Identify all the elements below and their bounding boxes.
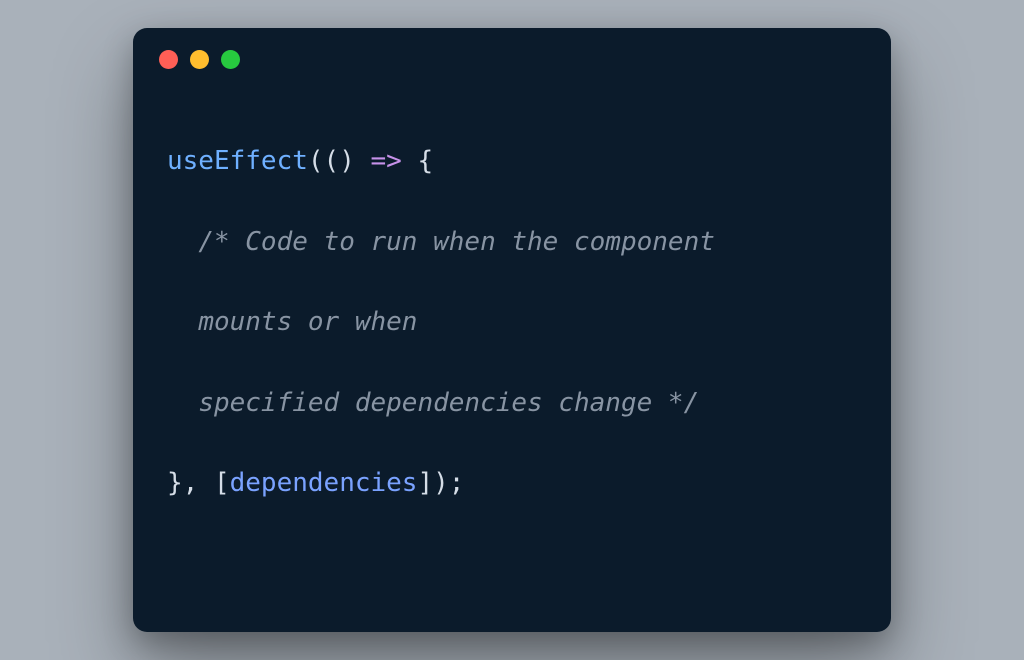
window-titlebar (133, 28, 891, 79)
code-line-1: useEffect(() => { (167, 141, 857, 181)
token-open-paren: ( (308, 146, 324, 176)
code-window: useEffect(() => { /* Code to run when th… (133, 28, 891, 633)
token-comment: specified dependencies change */ (198, 388, 699, 418)
token-close-bracket: ] (417, 468, 433, 498)
token-arrow: => (355, 146, 418, 176)
code-line-2: /* Code to run when the component (167, 222, 857, 262)
token-identifier: dependencies (230, 468, 418, 498)
token-comment: /* Code to run when the component (198, 227, 715, 257)
token-function: useEffect (167, 146, 308, 176)
code-line-3: mounts or when (167, 302, 857, 342)
code-block: useEffect(() => { /* Code to run when th… (133, 79, 891, 585)
token-open-bracket: [ (214, 468, 230, 498)
token-arrow-args: () (324, 146, 355, 176)
token-close-brace: } (167, 468, 183, 498)
token-open-brace: { (417, 146, 433, 176)
code-line-5: }, [dependencies]); (167, 463, 857, 503)
token-comma: , (183, 468, 214, 498)
zoom-icon[interactable] (221, 50, 240, 69)
close-icon[interactable] (159, 50, 178, 69)
token-close-paren-semi: ); (433, 468, 464, 498)
minimize-icon[interactable] (190, 50, 209, 69)
code-line-4: specified dependencies change */ (167, 383, 857, 423)
token-comment: mounts or when (198, 307, 417, 337)
